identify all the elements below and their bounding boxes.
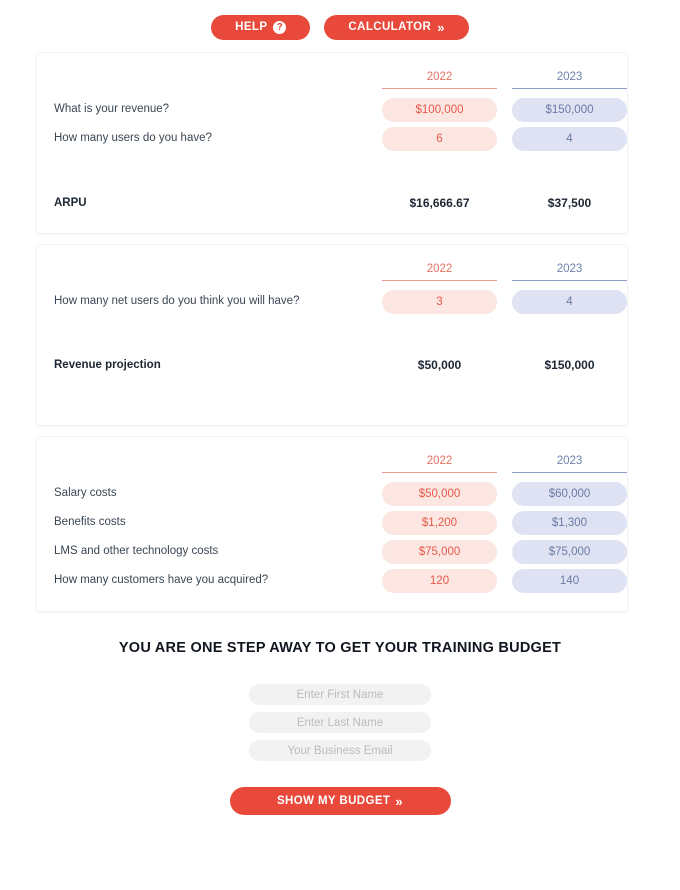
help-button-label: HELP — [235, 20, 268, 33]
training-budget-calculator-page: HELP ? CALCULATOR » 2022 2023 What is yo… — [0, 0, 680, 890]
input-salary-costs-2022[interactable]: $50,000 — [382, 481, 497, 506]
input-benefits-costs-2022[interactable]: $1,200 — [382, 510, 497, 535]
form-title: YOU ARE ONE STEP AWAY TO GET YOUR TRAINI… — [118, 640, 562, 656]
input-revenue-2023[interactable]: $150,000 — [512, 97, 627, 122]
input-net-users-2023[interactable]: 4 — [512, 289, 627, 314]
column-header-2022: 2022 — [382, 263, 497, 281]
input-customers-acquired-2022[interactable]: 120 — [382, 568, 497, 593]
table-row: How many net users do you think you will… — [37, 287, 627, 316]
column-header-row: 2022 2023 — [37, 449, 627, 479]
help-button[interactable]: HELP ? — [211, 15, 311, 40]
business-email-input[interactable] — [249, 740, 431, 761]
input-users-2022[interactable]: 6 — [382, 126, 497, 151]
summary-value-2022: $16,666.67 — [409, 196, 470, 210]
double-chevron-right-icon: » — [395, 793, 403, 809]
double-chevron-right-icon: » — [437, 20, 445, 35]
input-net-users-2022[interactable]: 3 — [382, 289, 497, 314]
show-my-budget-label: SHOW MY BUDGET — [276, 795, 391, 807]
row-label: What is your revenue? — [54, 103, 170, 116]
column-header-row: 2022 2023 — [37, 257, 627, 287]
last-name-input[interactable] — [249, 712, 431, 733]
summary-row-revenue-projection: Revenue projection $50,000 $150,000 — [37, 353, 627, 377]
summary-label: Revenue projection — [54, 358, 161, 371]
input-revenue-2022[interactable]: $100,000 — [382, 97, 497, 122]
input-salary-costs-2023[interactable]: $60,000 — [512, 481, 627, 506]
summary-value-2023: $150,000 — [544, 358, 595, 372]
row-label: Salary costs — [54, 487, 117, 500]
row-label: LMS and other technology costs — [54, 545, 219, 558]
table-row: Benefits costs $1,200 $1,300 — [37, 508, 627, 537]
table-row: Salary costs $50,000 $60,000 — [37, 479, 627, 508]
summary-value-2022: $50,000 — [417, 358, 462, 372]
input-users-2023[interactable]: 4 — [512, 126, 627, 151]
table-row: LMS and other technology costs $75,000 $… — [37, 537, 627, 566]
top-action-bar: HELP ? CALCULATOR » — [0, 0, 680, 54]
summary-label: ARPU — [54, 196, 87, 209]
input-benefits-costs-2023[interactable]: $1,300 — [512, 510, 627, 535]
lead-capture-form: YOU ARE ONE STEP AWAY TO GET YOUR TRAINI… — [0, 640, 680, 815]
input-lms-costs-2023[interactable]: $75,000 — [512, 539, 627, 564]
input-customers-acquired-2023[interactable]: 140 — [512, 568, 627, 593]
input-lms-costs-2022[interactable]: $75,000 — [382, 539, 497, 564]
arpu-card: 2022 2023 What is your revenue? $100,000… — [36, 52, 628, 234]
costs-card: 2022 2023 Salary costs $50,000 $60,000 B… — [36, 436, 628, 612]
summary-value-2023: $37,500 — [547, 196, 592, 210]
calculator-button-label: CALCULATOR — [348, 20, 432, 33]
row-label: Benefits costs — [54, 516, 126, 529]
revenue-projection-card: 2022 2023 How many net users do you thin… — [36, 244, 628, 426]
column-header-2023: 2023 — [512, 455, 627, 473]
row-label: How many users do you have? — [54, 132, 212, 145]
column-header-2022: 2022 — [382, 71, 497, 89]
question-circle-icon: ? — [273, 21, 287, 34]
summary-row-arpu: ARPU $16,666.67 $37,500 — [37, 191, 627, 215]
calculator-button[interactable]: CALCULATOR » — [324, 15, 469, 40]
column-header-2023: 2023 — [512, 71, 627, 89]
column-header-2022: 2022 — [382, 455, 497, 473]
column-header-row: 2022 2023 — [37, 65, 627, 95]
row-label: How many net users do you think you will… — [54, 295, 300, 308]
table-row: How many users do you have? 6 4 — [37, 124, 627, 153]
column-header-2023: 2023 — [512, 263, 627, 281]
table-row: What is your revenue? $100,000 $150,000 — [37, 95, 627, 124]
table-row: How many customers have you acquired? 12… — [37, 566, 627, 595]
show-my-budget-button[interactable]: SHOW MY BUDGET » — [229, 787, 451, 815]
first-name-input[interactable] — [249, 684, 431, 705]
row-label: How many customers have you acquired? — [54, 574, 269, 587]
